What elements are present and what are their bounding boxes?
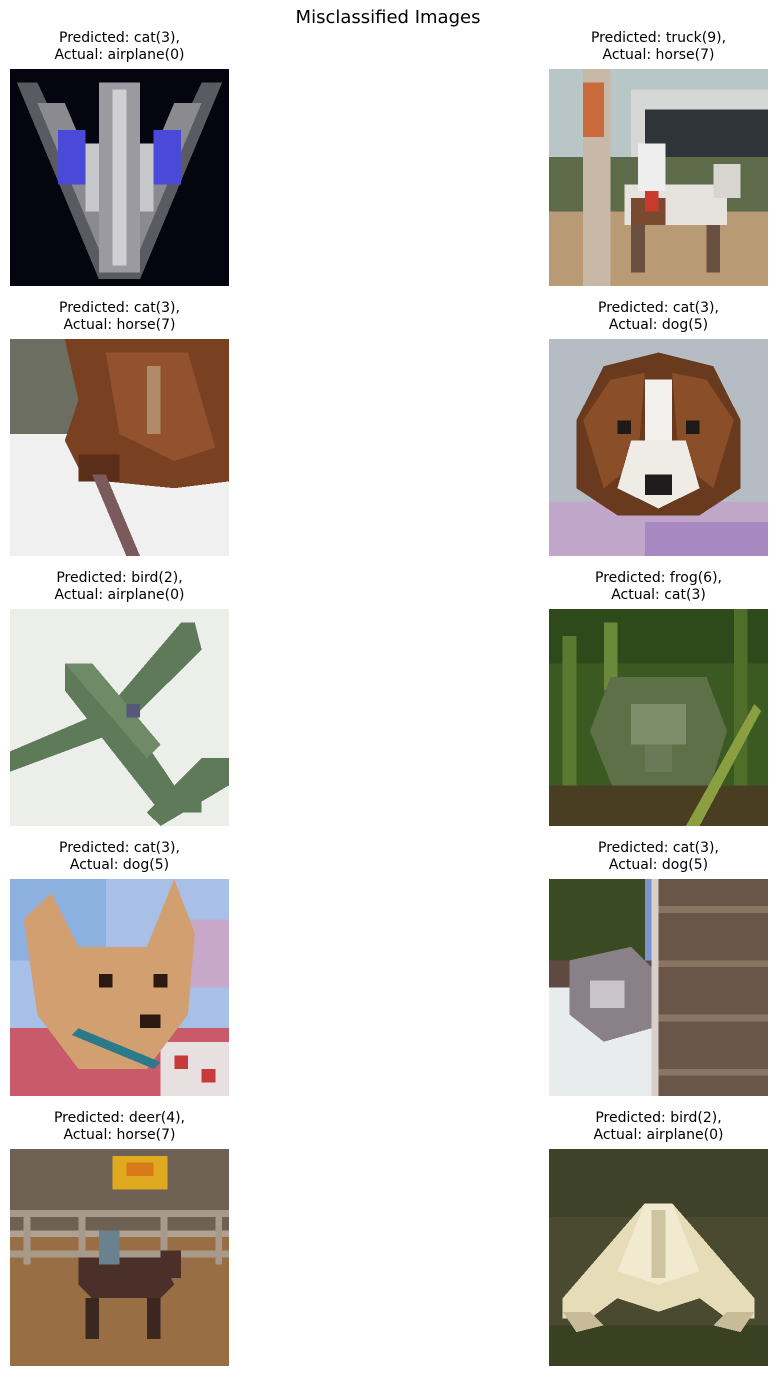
cat-in-grass-image: [549, 609, 768, 826]
predicted-label: Predicted: cat(3),: [59, 300, 180, 316]
horse-head-image: [10, 339, 229, 556]
predicted-label: Predicted: cat(3),: [598, 840, 719, 856]
predicted-label: Predicted: bird(2),: [595, 1110, 722, 1126]
actual-label: Actual: horse(7): [63, 1127, 176, 1143]
dog-image: [549, 339, 768, 556]
predicted-label: Predicted: cat(3),: [59, 30, 180, 46]
horse-arena-image: [10, 1149, 229, 1366]
actual-label: Actual: dog(5): [608, 857, 709, 873]
predicted-label: Predicted: bird(2),: [56, 570, 183, 586]
actual-label: Actual: airplane(0): [593, 1127, 724, 1143]
actual-label: Actual: horse(7): [63, 317, 176, 333]
predicted-label: Predicted: truck(9),: [590, 30, 727, 46]
airplane-image: [10, 69, 229, 286]
dog-image: [10, 879, 229, 1096]
predicted-label: Predicted: frog(6),: [595, 570, 722, 586]
predicted-label: Predicted: cat(3),: [59, 840, 180, 856]
actual-label: Actual: cat(3): [611, 587, 706, 603]
stealth-airplane-image: [549, 1149, 768, 1366]
actual-label: Actual: dog(5): [69, 857, 170, 873]
airplane-image: [10, 609, 229, 826]
figure-title: Misclassified Images: [295, 7, 481, 28]
predicted-label: Predicted: cat(3),: [598, 300, 719, 316]
actual-label: Actual: airplane(0): [54, 47, 185, 63]
predicted-label: Predicted: deer(4),: [53, 1110, 186, 1126]
actual-label: Actual: dog(5): [608, 317, 709, 333]
horse-rider-image: [549, 69, 768, 286]
actual-label: Actual: airplane(0): [54, 587, 185, 603]
dog-behind-fence-image: [549, 879, 768, 1096]
actual-label: Actual: horse(7): [602, 47, 715, 63]
